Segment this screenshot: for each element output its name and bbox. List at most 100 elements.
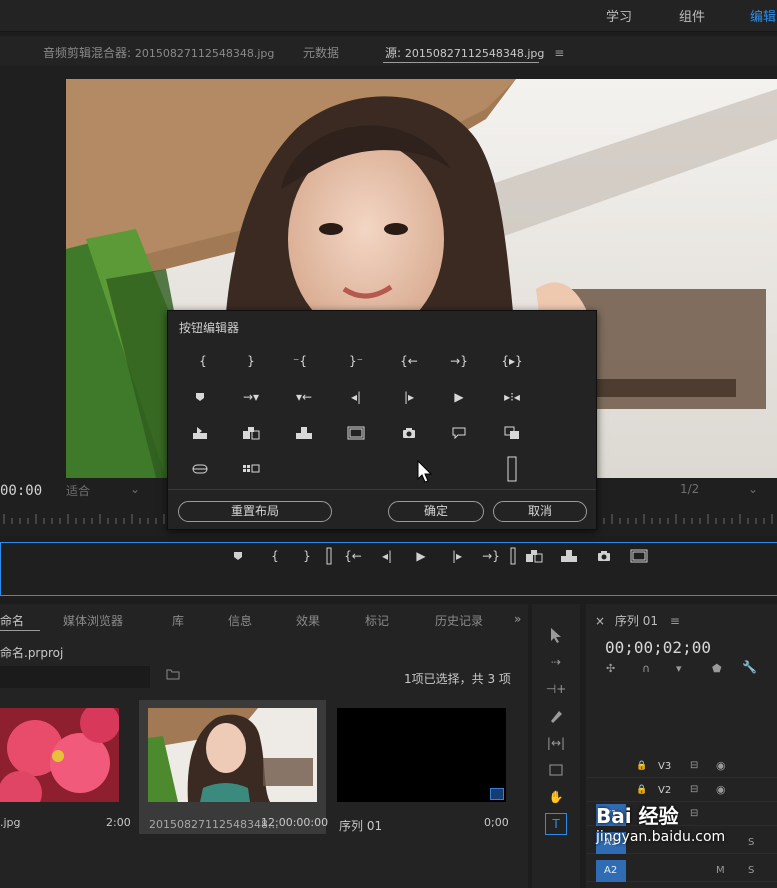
safe-margins-icon[interactable] (341, 419, 371, 447)
snap-icon[interactable]: ✣ (606, 662, 615, 675)
step-back-icon[interactable]: ◂| (341, 383, 371, 411)
proxy-toggle-icon[interactable] (236, 455, 266, 483)
tab-label: 音频剪辑混合器: (43, 46, 132, 60)
chevron-down-icon: ⌄ (129, 482, 140, 496)
play-in-to-out-icon[interactable]: {▸} (497, 347, 527, 375)
source-timecode[interactable]: 00:00 (0, 483, 42, 499)
panel-menu-icon[interactable]: ≡ (554, 46, 564, 60)
ok-button[interactable]: 确定 (388, 501, 484, 522)
go-to-prev-marker-icon[interactable]: ▾← (289, 383, 319, 411)
ripple-edit-tool-icon[interactable]: ⊣+ (545, 678, 567, 700)
track-v3[interactable]: 🔒 V3 ⊟ ◉ (586, 756, 777, 778)
go-to-next-marker-icon[interactable]: →▾ (236, 383, 266, 411)
active-tab-underline (383, 62, 539, 63)
hand-tool-icon[interactable]: ✋ (545, 786, 567, 808)
tab-source[interactable]: 源: 20150827112548348.jpg ≡ (385, 44, 564, 61)
button-editor-dialog: 按钮编辑器 { } ⁻{ }⁻ {← →} {▸} →▾ ▾← ◂| |▸ ▶ … (167, 310, 597, 530)
tab-audio-clip-mixer[interactable]: 音频剪辑混合器: 20150827112548348.jpg (43, 44, 274, 61)
tab-effects[interactable]: 效果 (296, 612, 320, 629)
project-item-selected[interactable]: 20150827112548348... 12:00:00:00 (139, 700, 328, 834)
tab-history[interactable]: 历史记录 (435, 612, 483, 629)
search-input[interactable] (0, 666, 150, 688)
multi-camera-icon[interactable] (497, 419, 527, 447)
go-to-out-button[interactable]: →} (479, 544, 503, 568)
tab-libraries[interactable]: 库 (172, 612, 184, 629)
source-patch-a2[interactable]: A2 (596, 860, 626, 882)
tab-label: 源: (385, 46, 402, 60)
camera-icon[interactable] (394, 419, 424, 447)
solo-button[interactable]: S (748, 837, 754, 848)
slip-tool-icon[interactable]: |↔| (545, 732, 567, 754)
mark-in-button[interactable]: { (263, 544, 287, 568)
play-around-icon[interactable]: ▸⁝◂ (497, 383, 527, 411)
track-a2[interactable]: A2 M S (586, 860, 777, 882)
selection-tool-icon[interactable] (545, 624, 567, 646)
solo-button[interactable]: S (748, 865, 754, 876)
lock-icon[interactable]: 🔒 (636, 785, 647, 795)
track-label: V3 (658, 761, 672, 772)
go-to-out-icon[interactable]: →} (444, 347, 474, 375)
overflow-chevron-icon[interactable]: » (514, 612, 521, 626)
overwrite-icon[interactable] (289, 419, 319, 447)
clear-in-icon[interactable]: ⁻{ (285, 347, 315, 375)
cancel-button[interactable]: 取消 (493, 501, 587, 522)
workspace-tab-editing[interactable]: 编辑 (750, 6, 776, 25)
lock-icon[interactable]: 🔒 (636, 761, 647, 771)
tab-media-browser[interactable]: 媒体浏览器 (63, 612, 123, 629)
vr-video-icon[interactable] (185, 455, 215, 483)
step-forward-button[interactable]: |▸ (445, 544, 469, 568)
marker-icon[interactable] (185, 383, 215, 411)
resolution-dropdown[interactable]: 1/2 ⌄ (678, 482, 764, 500)
go-to-in-button[interactable]: {← (341, 544, 365, 568)
marker-icon[interactable]: ⬟ (712, 662, 722, 675)
selection-status: 1项已选择，共 3 项 (404, 672, 511, 686)
tab-metadata[interactable]: 元数据 (303, 44, 339, 61)
overwrite-button[interactable] (557, 544, 581, 568)
track-label: A2 (604, 865, 618, 876)
step-back-button[interactable]: ◂| (375, 544, 399, 568)
track-v2[interactable]: 🔒 V2 ⊟ ◉ (586, 780, 777, 802)
add-marker-button[interactable] (226, 544, 250, 568)
tab-info[interactable]: 信息 (228, 612, 252, 629)
sync-lock-icon[interactable]: ⊟ (690, 784, 698, 795)
close-icon[interactable]: × (595, 614, 605, 628)
razor-tool-icon[interactable] (545, 705, 567, 727)
timeline-tab[interactable]: × 序列 01 ≡ (595, 612, 680, 629)
play-icon[interactable]: ▶ (444, 383, 474, 411)
sync-lock-icon[interactable]: ⊟ (690, 760, 698, 771)
spacer-icon[interactable] (497, 455, 527, 483)
reset-layout-button[interactable]: 重置布局 (178, 501, 332, 522)
tab-markers[interactable]: 标记 (365, 612, 389, 629)
pen-rectangle-tool-icon[interactable] (545, 759, 567, 781)
workspace-tab-assembly[interactable]: 组件 (679, 6, 705, 25)
eye-icon[interactable]: ◉ (716, 783, 726, 796)
insert-icon[interactable] (236, 419, 266, 447)
export-icon[interactable] (185, 419, 215, 447)
track-select-tool-icon[interactable]: ⇢ (545, 651, 567, 673)
insert-button[interactable] (522, 544, 546, 568)
step-forward-icon[interactable]: |▸ (394, 383, 424, 411)
mark-in-icon[interactable]: { (188, 347, 218, 375)
mute-button[interactable]: M (716, 865, 725, 876)
playhead-timecode[interactable]: 00;00;02;00 (605, 638, 711, 657)
workspace-tab-learn[interactable]: 学习 (606, 6, 632, 25)
play-button[interactable]: ▶ (409, 544, 433, 568)
type-tool-icon[interactable]: T (545, 813, 567, 835)
eye-icon[interactable]: ◉ (716, 759, 726, 772)
safe-margins-button[interactable] (627, 544, 651, 568)
item-duration: 0;00 (484, 816, 509, 829)
zoom-fit-dropdown[interactable]: 适合 ⌄ (60, 482, 144, 500)
comment-icon[interactable] (444, 419, 474, 447)
clear-out-icon[interactable]: }⁻ (341, 347, 371, 375)
linked-selection-icon[interactable]: ∩ (642, 662, 650, 675)
mark-out-button[interactable]: } (295, 544, 319, 568)
wrench-icon[interactable]: 🔧 (742, 660, 757, 674)
mouse-cursor-icon (417, 459, 433, 487)
panel-menu-icon[interactable]: ≡ (670, 614, 680, 628)
tab-project[interactable]: 命名 (0, 612, 24, 629)
go-to-in-icon[interactable]: {← (394, 347, 424, 375)
add-marker-icon[interactable]: ▾ (676, 662, 682, 675)
new-bin-icon[interactable] (166, 668, 180, 683)
camera-icon[interactable] (592, 544, 616, 568)
mark-out-icon[interactable]: } (236, 347, 266, 375)
